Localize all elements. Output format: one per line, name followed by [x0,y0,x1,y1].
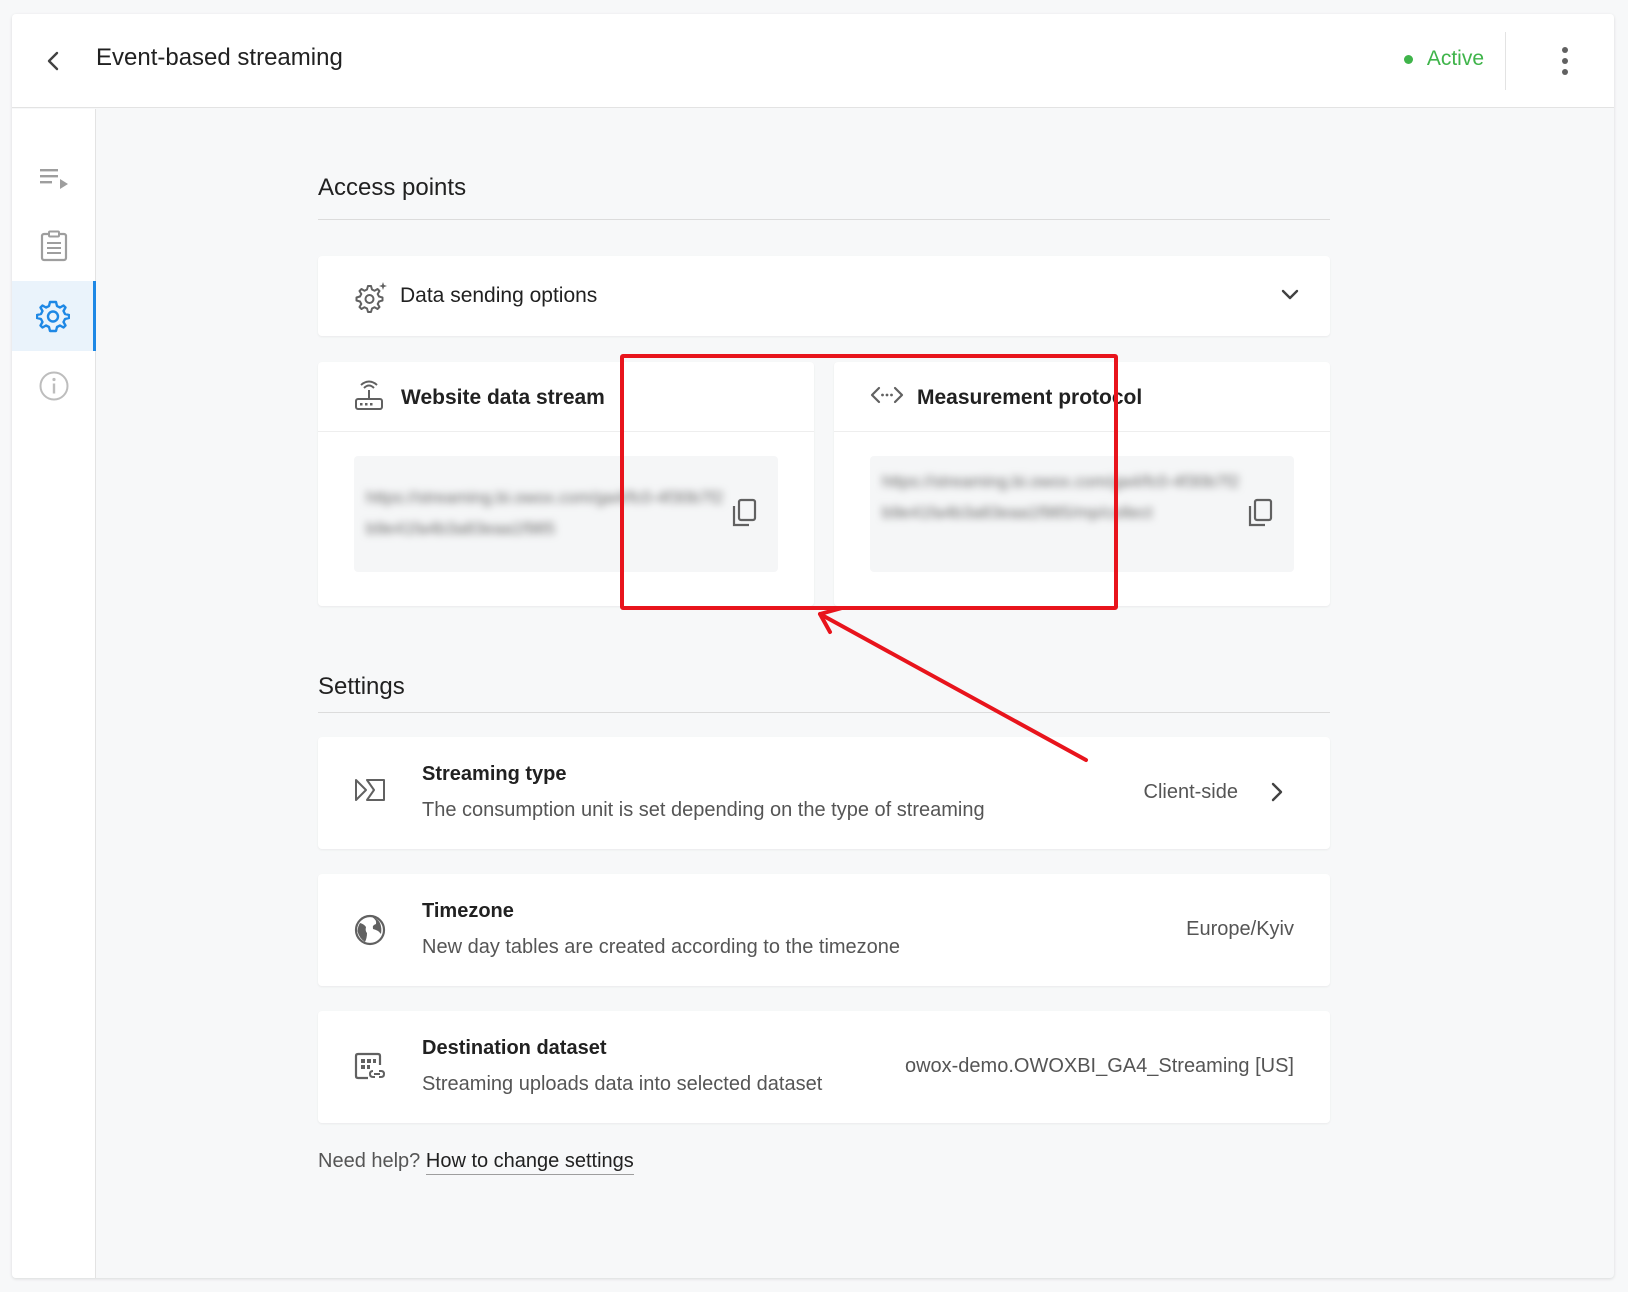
setting-description: The consumption unit is set depending on… [422,799,985,821]
settings-gear-icon [35,300,70,333]
header: Event-based streaming Active [12,14,1614,108]
router-icon [355,380,383,410]
status-dot-icon [1403,54,1413,64]
measurement-protocol-title: Measurement protocol [917,386,1143,409]
copy-icon[interactable] [1246,498,1274,528]
chevron-right-icon [1271,782,1283,802]
help-prefix: Need help? [318,1150,421,1172]
access-points-divider [318,219,1330,220]
help-link[interactable]: How to change settings [425,1150,634,1175]
sidebar-item-logs[interactable] [12,211,96,281]
code-icon [870,386,904,404]
setting-value: Europe/Kyiv [1186,918,1294,940]
sidebar [12,109,96,1278]
setting-destination-dataset: Destination dataset Streaming uploads da… [318,1011,1330,1123]
data-sending-options-label: Data sending options [400,284,598,307]
app-window: Event-based streaming Active Access poin… [12,14,1614,1278]
info-icon [39,371,69,401]
setting-title: Streaming type [422,763,567,785]
measurement-protocol-card: Measurement protocol https://streaming.b… [834,362,1330,606]
status-label: Active [1426,47,1484,70]
measurement-protocol-url-box: https://streaming.bi.owox.com/ga4/fc0-4f… [870,456,1294,572]
website-data-stream-card: Website data stream https://streaming.bi… [318,362,814,606]
setting-description: New day tables are created according to … [422,936,901,958]
settings-divider [318,712,1330,713]
clipboard-icon [40,230,68,262]
setting-timezone: Timezone New day tables are created acco… [318,874,1330,986]
data-sending-options-panel[interactable]: Data sending options [318,256,1330,336]
page-title: Event-based streaming [96,44,343,71]
website-stream-url-box: https://streaming.bi.owox.com/ga4/fc0-4f… [354,456,778,572]
playlist-icon [40,169,68,189]
header-divider [1505,32,1506,90]
measurement-protocol-header: Measurement protocol [834,362,1330,432]
status-badge: Active [1403,47,1484,71]
dataset-link-icon [354,1052,386,1080]
setting-title: Destination dataset [422,1037,607,1059]
more-options-button[interactable] [1550,45,1580,77]
website-stream-url: https://streaming.bi.owox.com/ga4/fc0-4f… [366,488,724,538]
chevron-left-icon [47,51,59,71]
sidebar-item-events[interactable] [12,143,96,213]
setting-value: owox-demo.OWOXBI_GA4_Streaming [US] [904,1055,1294,1077]
setting-description: Streaming uploads data into selected dat… [422,1073,823,1095]
setting-streaming-type[interactable]: Streaming type The consumption unit is s… [318,737,1330,849]
website-data-stream-header: Website data stream [318,362,814,432]
help-text: Need help? How to change settings [318,1150,634,1175]
sidebar-item-info[interactable] [12,351,96,421]
chevron-down-icon [1281,289,1299,300]
measurement-protocol-url: https://streaming.bi.owox.com/ga4/fc0-4f… [882,472,1240,522]
copy-icon[interactable] [730,498,758,528]
streaming-type-icon [355,779,385,801]
access-points-title: Access points [318,174,467,201]
gear-sparkle-icon [355,282,387,313]
setting-value: Client-side [1143,781,1238,803]
settings-title: Settings [318,673,405,700]
back-button[interactable] [38,46,68,76]
website-data-stream-title: Website data stream [401,386,605,409]
more-vert-icon [1562,47,1568,53]
sidebar-item-settings[interactable] [12,281,96,351]
globe-icon [354,914,386,946]
setting-title: Timezone [422,900,514,922]
